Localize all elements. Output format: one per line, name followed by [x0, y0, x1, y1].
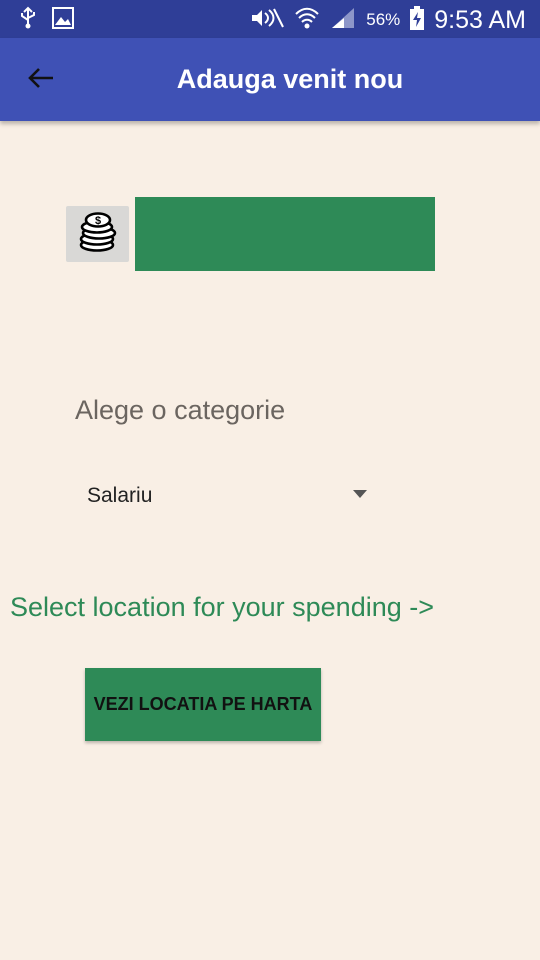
coins-button[interactable]: $ [66, 206, 129, 262]
category-label: Alege o categorie [75, 395, 286, 425]
back-arrow-icon [27, 66, 55, 95]
status-bar: 56% 9:53 AM [0, 0, 540, 38]
wifi-icon [294, 6, 320, 35]
location-prompt: Select location for your spending -> [10, 592, 434, 622]
svg-text:$: $ [94, 215, 100, 227]
usb-icon [18, 6, 38, 35]
battery-percent: 56% [366, 10, 401, 29]
clock: 9:53 AM [434, 5, 526, 34]
mute-icon [250, 7, 285, 34]
back-button[interactable] [14, 54, 68, 106]
category-dropdown[interactable]: Salariu [76, 470, 376, 520]
gallery-icon [52, 7, 74, 34]
amount-field[interactable] [135, 197, 435, 271]
battery-charging-icon [410, 5, 425, 35]
category-selected-value: Salariu [87, 484, 153, 507]
coins-icon: $ [78, 211, 118, 257]
page-title: Adauga venit nou [176, 64, 404, 94]
view-map-button[interactable]: VEZI LOCATIA PE HARTA [85, 668, 321, 741]
signal-icon [330, 6, 356, 35]
dropdown-arrow-icon [353, 490, 367, 498]
app-bar: Adauga venit nou [0, 38, 540, 121]
